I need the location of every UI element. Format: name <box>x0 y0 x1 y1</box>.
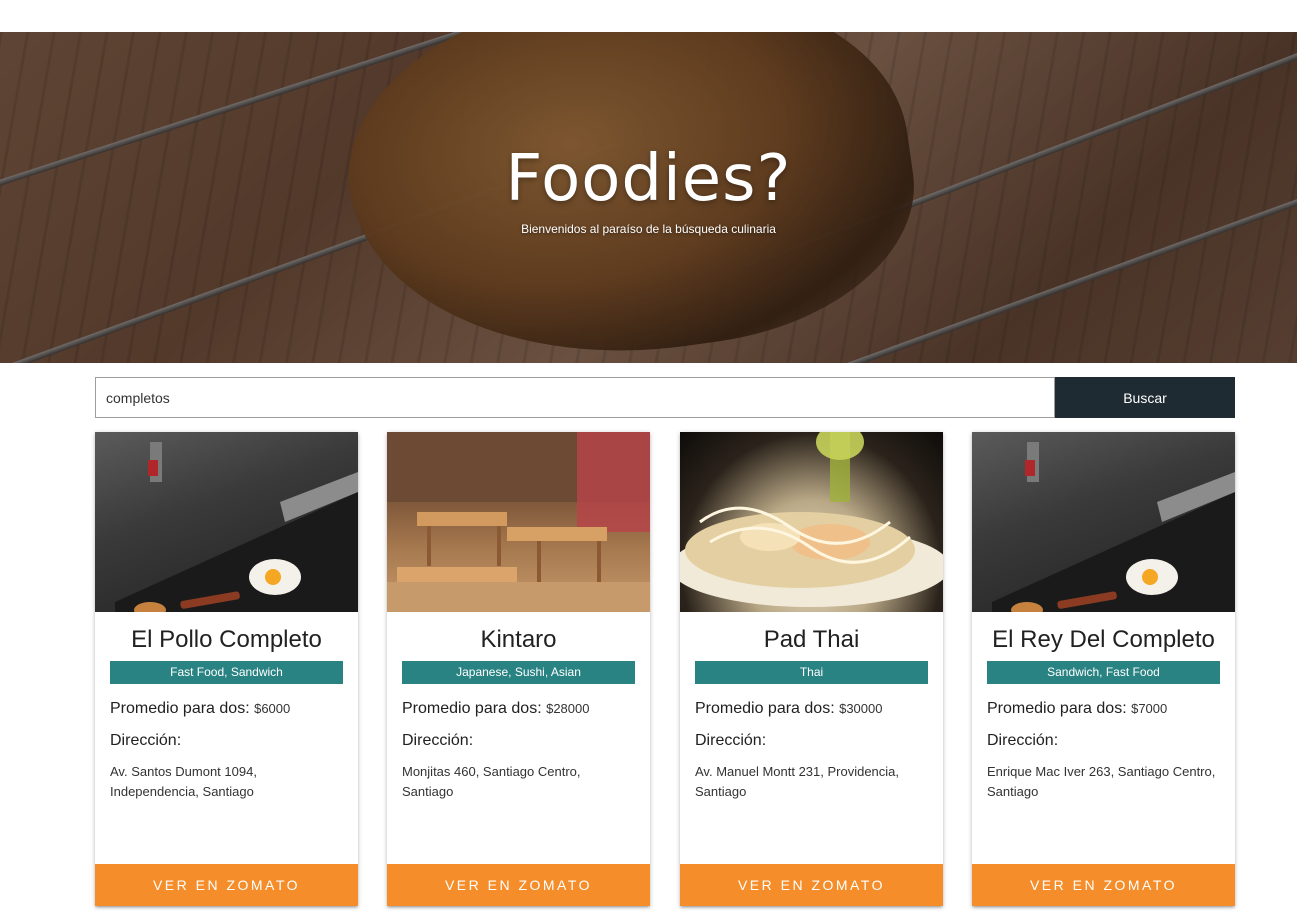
search-button[interactable]: Buscar <box>1055 377 1235 418</box>
restaurant-image <box>680 432 943 612</box>
price-label: Promedio para dos: <box>110 700 250 717</box>
restaurant-name: Pad Thai <box>763 626 860 653</box>
search-input[interactable] <box>95 377 1055 418</box>
price-row: Promedio para dos: $7000 <box>987 698 1220 720</box>
restaurant-image <box>972 432 1235 612</box>
cuisine-badge: Japanese, Sushi, Asian <box>402 661 635 684</box>
price-row: Promedio para dos: $28000 <box>402 698 635 720</box>
view-on-zomato-button[interactable]: VER EN ZOMATO <box>972 864 1235 906</box>
price-label: Promedio para dos: <box>402 700 542 717</box>
price-row: Promedio para dos: $30000 <box>695 698 928 720</box>
address-label: Dirección: <box>110 732 182 749</box>
restaurant-card: El Pollo Completo Fast Food, Sandwich Pr… <box>95 432 358 906</box>
hero-banner: Foodies? Bienvenidos al paraíso de la bú… <box>0 32 1297 363</box>
view-on-zomato-button[interactable]: VER EN ZOMATO <box>95 864 358 906</box>
page-subtitle: Bienvenidos al paraíso de la búsqueda cu… <box>521 222 776 236</box>
address-text: Enrique Mac Iver 263, Santiago Centro, S… <box>987 764 1216 799</box>
price-value: $7000 <box>1131 701 1168 716</box>
price-value: $30000 <box>839 701 883 716</box>
restaurant-card: Kintaro Japanese, Sushi, Asian Promedio … <box>387 432 650 906</box>
address-text: Monjitas 460, Santiago Centro, Santiago <box>402 764 581 799</box>
address-label: Dirección: <box>987 732 1059 749</box>
cuisine-badge: Thai <box>695 661 928 684</box>
cuisine-badge: Sandwich, Fast Food <box>987 661 1220 684</box>
restaurant-card: El Rey Del Completo Sandwich, Fast Food … <box>972 432 1235 906</box>
price-label: Promedio para dos: <box>987 700 1127 717</box>
price-label: Promedio para dos: <box>695 700 835 717</box>
price-value: $28000 <box>546 701 590 716</box>
restaurant-image <box>387 432 650 612</box>
restaurant-name: Kintaro <box>480 626 557 653</box>
view-on-zomato-button[interactable]: VER EN ZOMATO <box>680 864 943 906</box>
price-row: Promedio para dos: $6000 <box>110 698 343 720</box>
price-value: $6000 <box>254 701 291 716</box>
address-label: Dirección: <box>695 732 767 749</box>
restaurant-card: Pad Thai Thai Promedio para dos: $30000 … <box>680 432 943 906</box>
restaurant-name: El Rey Del Completo <box>992 626 1215 653</box>
restaurant-image <box>95 432 358 612</box>
page-title: Foodies? <box>505 142 792 216</box>
restaurant-name: El Pollo Completo <box>131 626 322 653</box>
view-on-zomato-button[interactable]: VER EN ZOMATO <box>387 864 650 906</box>
address-text: Av. Manuel Montt 231, Providencia, Santi… <box>695 764 900 799</box>
address-text: Av. Santos Dumont 1094, Independencia, S… <box>110 764 257 799</box>
cuisine-badge: Fast Food, Sandwich <box>110 661 343 684</box>
address-label: Dirección: <box>402 732 474 749</box>
